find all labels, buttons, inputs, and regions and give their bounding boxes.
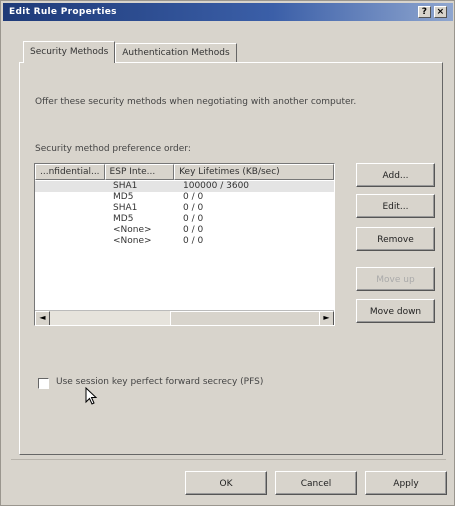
list-row[interactable]: MD5 0 / 0	[35, 214, 334, 225]
cell-key-lifetimes: 0 / 0	[183, 236, 204, 246]
remove-button[interactable]: Remove	[356, 227, 435, 251]
move-up-button[interactable]: Move up	[356, 267, 435, 291]
column-header-confidentiality[interactable]: ...nfidential...	[35, 164, 105, 180]
list-row[interactable]: <None> 0 / 0	[35, 236, 334, 247]
cell-confidentiality	[35, 192, 109, 203]
list-row[interactable]: <None> 0 / 0	[35, 225, 334, 236]
tab-authentication-methods[interactable]: Authentication Methods	[115, 43, 237, 63]
footer-separator	[11, 459, 446, 460]
add-button[interactable]: Add...	[356, 163, 435, 187]
horizontal-scrollbar[interactable]: ◄ ►	[35, 310, 334, 325]
cell-key-lifetimes: 0 / 0	[183, 225, 204, 235]
cell-key-lifetimes: 100000 / 3600	[183, 181, 250, 191]
cancel-button[interactable]: Cancel	[275, 471, 357, 495]
scroll-thumb[interactable]	[170, 311, 320, 325]
list-row[interactable]: MD5 0 / 0	[35, 192, 334, 203]
cell-key-lifetimes: 0 / 0	[183, 203, 204, 213]
description-text: Offer these security methods when negoti…	[35, 97, 357, 107]
move-down-button[interactable]: Move down	[356, 299, 435, 323]
list-rows: SHA1 100000 / 3600 MD5 0 / 0 SHA1 0 / 0 …	[35, 181, 334, 247]
apply-button[interactable]: Apply	[365, 471, 447, 495]
title-bar[interactable]: Edit Rule Properties ? ×	[3, 3, 453, 21]
close-icon[interactable]: ×	[434, 6, 447, 18]
column-header-key-lifetimes[interactable]: Key Lifetimes (KB/sec)	[174, 164, 334, 180]
cell-esp-integrity: MD5	[113, 214, 134, 224]
edit-button[interactable]: Edit...	[356, 194, 435, 218]
window-title: Edit Rule Properties	[9, 7, 117, 17]
list-label: Security method preference order:	[35, 144, 191, 154]
cell-key-lifetimes: 0 / 0	[183, 192, 204, 202]
cell-esp-integrity: SHA1	[113, 181, 138, 191]
tab-strip: Security Methods Authentication Methods	[23, 41, 237, 63]
scroll-right-icon[interactable]: ►	[319, 311, 334, 325]
column-header-esp-integrity[interactable]: ESP Inte...	[104, 164, 175, 180]
list-header: ...nfidential... ESP Inte... Key Lifetim…	[35, 164, 334, 180]
pfs-checkbox[interactable]	[38, 378, 49, 389]
help-icon[interactable]: ?	[418, 6, 431, 18]
dialog-window: Edit Rule Properties ? × Security Method…	[0, 0, 455, 506]
cell-confidentiality	[35, 236, 109, 247]
ok-button[interactable]: OK	[185, 471, 267, 495]
cell-key-lifetimes: 0 / 0	[183, 214, 204, 224]
cell-esp-integrity: MD5	[113, 192, 134, 202]
cell-confidentiality	[35, 203, 109, 214]
cell-esp-integrity: <None>	[113, 225, 152, 235]
cell-confidentiality	[35, 181, 109, 192]
cell-esp-integrity: <None>	[113, 236, 152, 246]
mouse-cursor-icon	[85, 387, 98, 405]
tab-security-methods[interactable]: Security Methods	[23, 41, 116, 63]
cell-confidentiality	[35, 225, 109, 236]
list-row[interactable]: SHA1 0 / 0	[35, 203, 334, 214]
cell-esp-integrity: SHA1	[113, 203, 138, 213]
scroll-left-icon[interactable]: ◄	[35, 311, 50, 325]
security-methods-list[interactable]: ...nfidential... ESP Inte... Key Lifetim…	[34, 163, 335, 326]
pfs-checkbox-label[interactable]: Use session key perfect forward secrecy …	[56, 377, 263, 387]
cell-confidentiality	[35, 214, 109, 225]
list-row[interactable]: SHA1 100000 / 3600	[35, 181, 334, 192]
